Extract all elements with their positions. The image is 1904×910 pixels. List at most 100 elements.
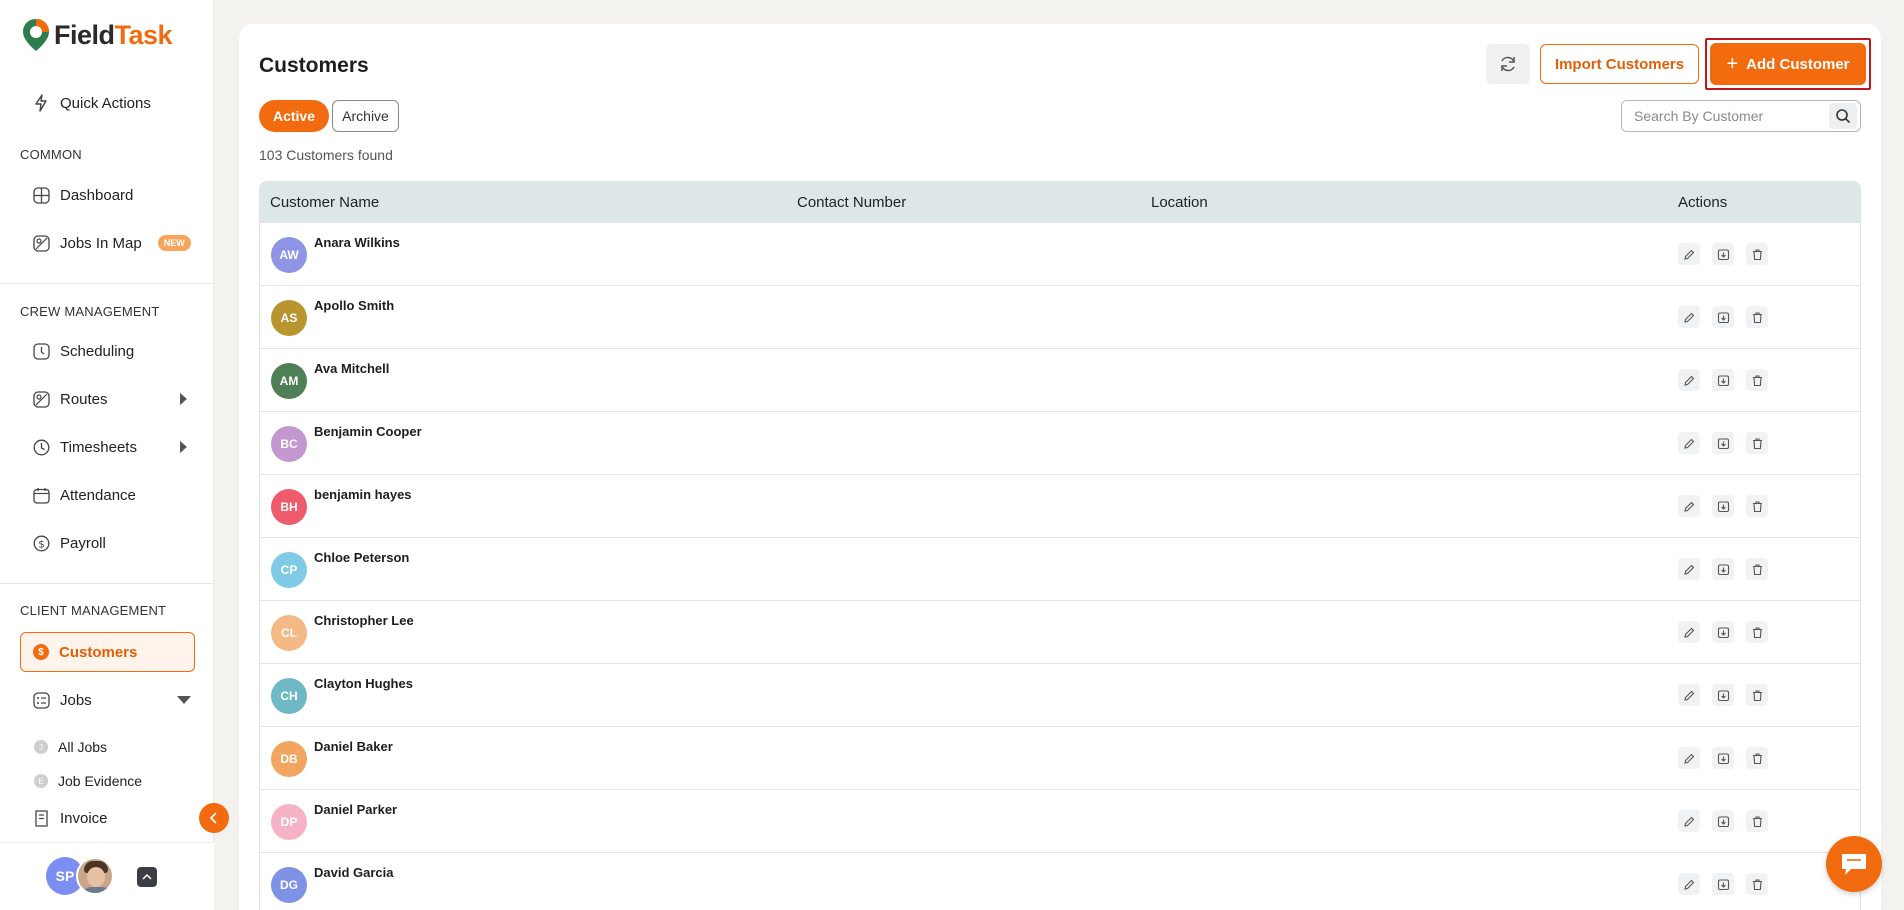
refresh-button[interactable] — [1486, 44, 1530, 84]
import-customers-button[interactable]: Import Customers — [1540, 44, 1699, 84]
delete-icon[interactable] — [1746, 684, 1768, 706]
delete-icon[interactable] — [1746, 432, 1768, 454]
sidebar-item-customers[interactable]: $ Customers — [20, 632, 195, 672]
sidebar-item-jobs[interactable]: Jobs — [32, 688, 191, 712]
delete-icon[interactable] — [1746, 873, 1768, 895]
delete-icon[interactable] — [1746, 243, 1768, 265]
collapse-sidebar-button[interactable] — [199, 803, 229, 833]
edit-icon[interactable] — [1678, 621, 1700, 643]
sidebar-item-routes[interactable]: Routes — [32, 387, 187, 411]
schedule-icon — [32, 342, 50, 360]
jobs-icon — [32, 691, 50, 709]
table-row[interactable]: CP Chloe Peterson — [260, 537, 1860, 600]
customer-name[interactable]: Chloe Peterson — [314, 550, 409, 565]
edit-icon[interactable] — [1678, 873, 1700, 895]
add-customer-button[interactable]: + Add Customer — [1710, 43, 1866, 85]
avatar: BC — [271, 426, 307, 462]
chat-button[interactable] — [1826, 836, 1882, 892]
archive-icon[interactable] — [1712, 243, 1734, 265]
archive-icon[interactable] — [1712, 810, 1734, 832]
table-row[interactable]: AW Anara Wilkins — [260, 222, 1860, 285]
customer-name[interactable]: Daniel Baker — [314, 739, 393, 754]
results-count: 103 Customers found — [259, 147, 393, 163]
sidebar-item-payroll[interactable]: $ Payroll — [32, 531, 106, 555]
customer-name[interactable]: Apollo Smith — [314, 298, 394, 313]
row-actions — [1678, 810, 1768, 832]
archive-icon[interactable] — [1712, 873, 1734, 895]
sidebar-subitem-job-evidence[interactable]: E Job Evidence — [34, 773, 142, 789]
user-bar: SP — [0, 842, 214, 910]
sidebar-item-jobs-in-map[interactable]: Jobs In Map NEW — [32, 231, 191, 255]
sidebar-item-quick-actions[interactable]: Quick Actions — [32, 91, 151, 115]
customer-name[interactable]: David Garcia — [314, 865, 394, 880]
customer-name[interactable]: Benjamin Cooper — [314, 424, 422, 439]
search-button[interactable] — [1829, 103, 1857, 129]
clock-icon — [32, 438, 50, 456]
archive-icon[interactable] — [1712, 432, 1734, 454]
table-row[interactable]: DB Daniel Baker — [260, 726, 1860, 789]
delete-icon[interactable] — [1746, 810, 1768, 832]
chevron-down-icon[interactable] — [177, 696, 191, 704]
table-row[interactable]: BC Benjamin Cooper — [260, 411, 1860, 474]
profile-photo-avatar[interactable] — [76, 857, 114, 895]
edit-icon[interactable] — [1678, 306, 1700, 328]
edit-icon[interactable] — [1678, 369, 1700, 391]
edit-icon[interactable] — [1678, 432, 1700, 454]
dashboard-icon — [32, 186, 50, 204]
search-input[interactable] — [1622, 101, 1829, 131]
table-row[interactable]: DP Daniel Parker — [260, 789, 1860, 852]
chevron-right-icon[interactable] — [180, 393, 187, 405]
sidebar-item-label: All Jobs — [58, 739, 108, 755]
avatar: AW — [271, 237, 307, 273]
sidebar-item-scheduling[interactable]: Scheduling — [32, 339, 134, 363]
table-row[interactable]: BH benjamin hayes — [260, 474, 1860, 537]
table-row[interactable]: AM Ava Mitchell — [260, 348, 1860, 411]
edit-icon[interactable] — [1678, 684, 1700, 706]
customer-name[interactable]: Clayton Hughes — [314, 676, 413, 691]
archive-icon[interactable] — [1712, 558, 1734, 580]
svg-text:$: $ — [38, 539, 44, 550]
sidebar-item-attendance[interactable]: Attendance — [32, 483, 136, 507]
table-row[interactable]: CH Clayton Hughes — [260, 663, 1860, 726]
column-header-name[interactable]: Customer Name — [270, 194, 379, 211]
sidebar-item-timesheets[interactable]: Timesheets — [32, 435, 187, 459]
customer-name[interactable]: benjamin hayes — [314, 487, 412, 502]
section-label-client: CLIENT MANAGEMENT — [20, 603, 167, 618]
archive-icon[interactable] — [1712, 306, 1734, 328]
customer-name[interactable]: Daniel Parker — [314, 802, 397, 817]
chevron-up-icon[interactable] — [137, 867, 157, 887]
archive-icon[interactable] — [1712, 684, 1734, 706]
table-row[interactable]: CL Christopher Lee — [260, 600, 1860, 663]
archive-icon[interactable] — [1712, 621, 1734, 643]
archive-icon[interactable] — [1712, 369, 1734, 391]
delete-icon[interactable] — [1746, 369, 1768, 391]
archive-icon[interactable] — [1712, 747, 1734, 769]
delete-icon[interactable] — [1746, 747, 1768, 769]
sidebar-subitem-all-jobs[interactable]: J All Jobs — [34, 739, 107, 755]
edit-icon[interactable] — [1678, 810, 1700, 832]
column-header-location[interactable]: Location — [1151, 194, 1208, 211]
edit-icon[interactable] — [1678, 747, 1700, 769]
column-header-contact[interactable]: Contact Number — [797, 194, 906, 211]
table-row[interactable]: DG David Garcia — [260, 852, 1860, 910]
delete-icon[interactable] — [1746, 306, 1768, 328]
fieldtask-logo[interactable]: FieldTask — [22, 18, 173, 52]
customer-name[interactable]: Anara Wilkins — [314, 235, 400, 250]
customer-name[interactable]: Ava Mitchell — [314, 361, 389, 376]
delete-icon[interactable] — [1746, 621, 1768, 643]
customer-name[interactable]: Christopher Lee — [314, 613, 414, 628]
chevron-right-icon[interactable] — [180, 441, 187, 453]
edit-icon[interactable] — [1678, 243, 1700, 265]
job-evidence-icon: E — [34, 774, 48, 788]
sidebar-item-dashboard[interactable]: Dashboard — [32, 183, 133, 207]
edit-icon[interactable] — [1678, 495, 1700, 517]
row-actions — [1678, 684, 1768, 706]
tab-active[interactable]: Active — [259, 100, 329, 132]
sidebar-item-invoice[interactable]: Invoice — [32, 806, 108, 830]
delete-icon[interactable] — [1746, 558, 1768, 580]
archive-icon[interactable] — [1712, 495, 1734, 517]
delete-icon[interactable] — [1746, 495, 1768, 517]
edit-icon[interactable] — [1678, 558, 1700, 580]
tab-archive[interactable]: Archive — [332, 100, 399, 132]
table-row[interactable]: AS Apollo Smith — [260, 285, 1860, 348]
